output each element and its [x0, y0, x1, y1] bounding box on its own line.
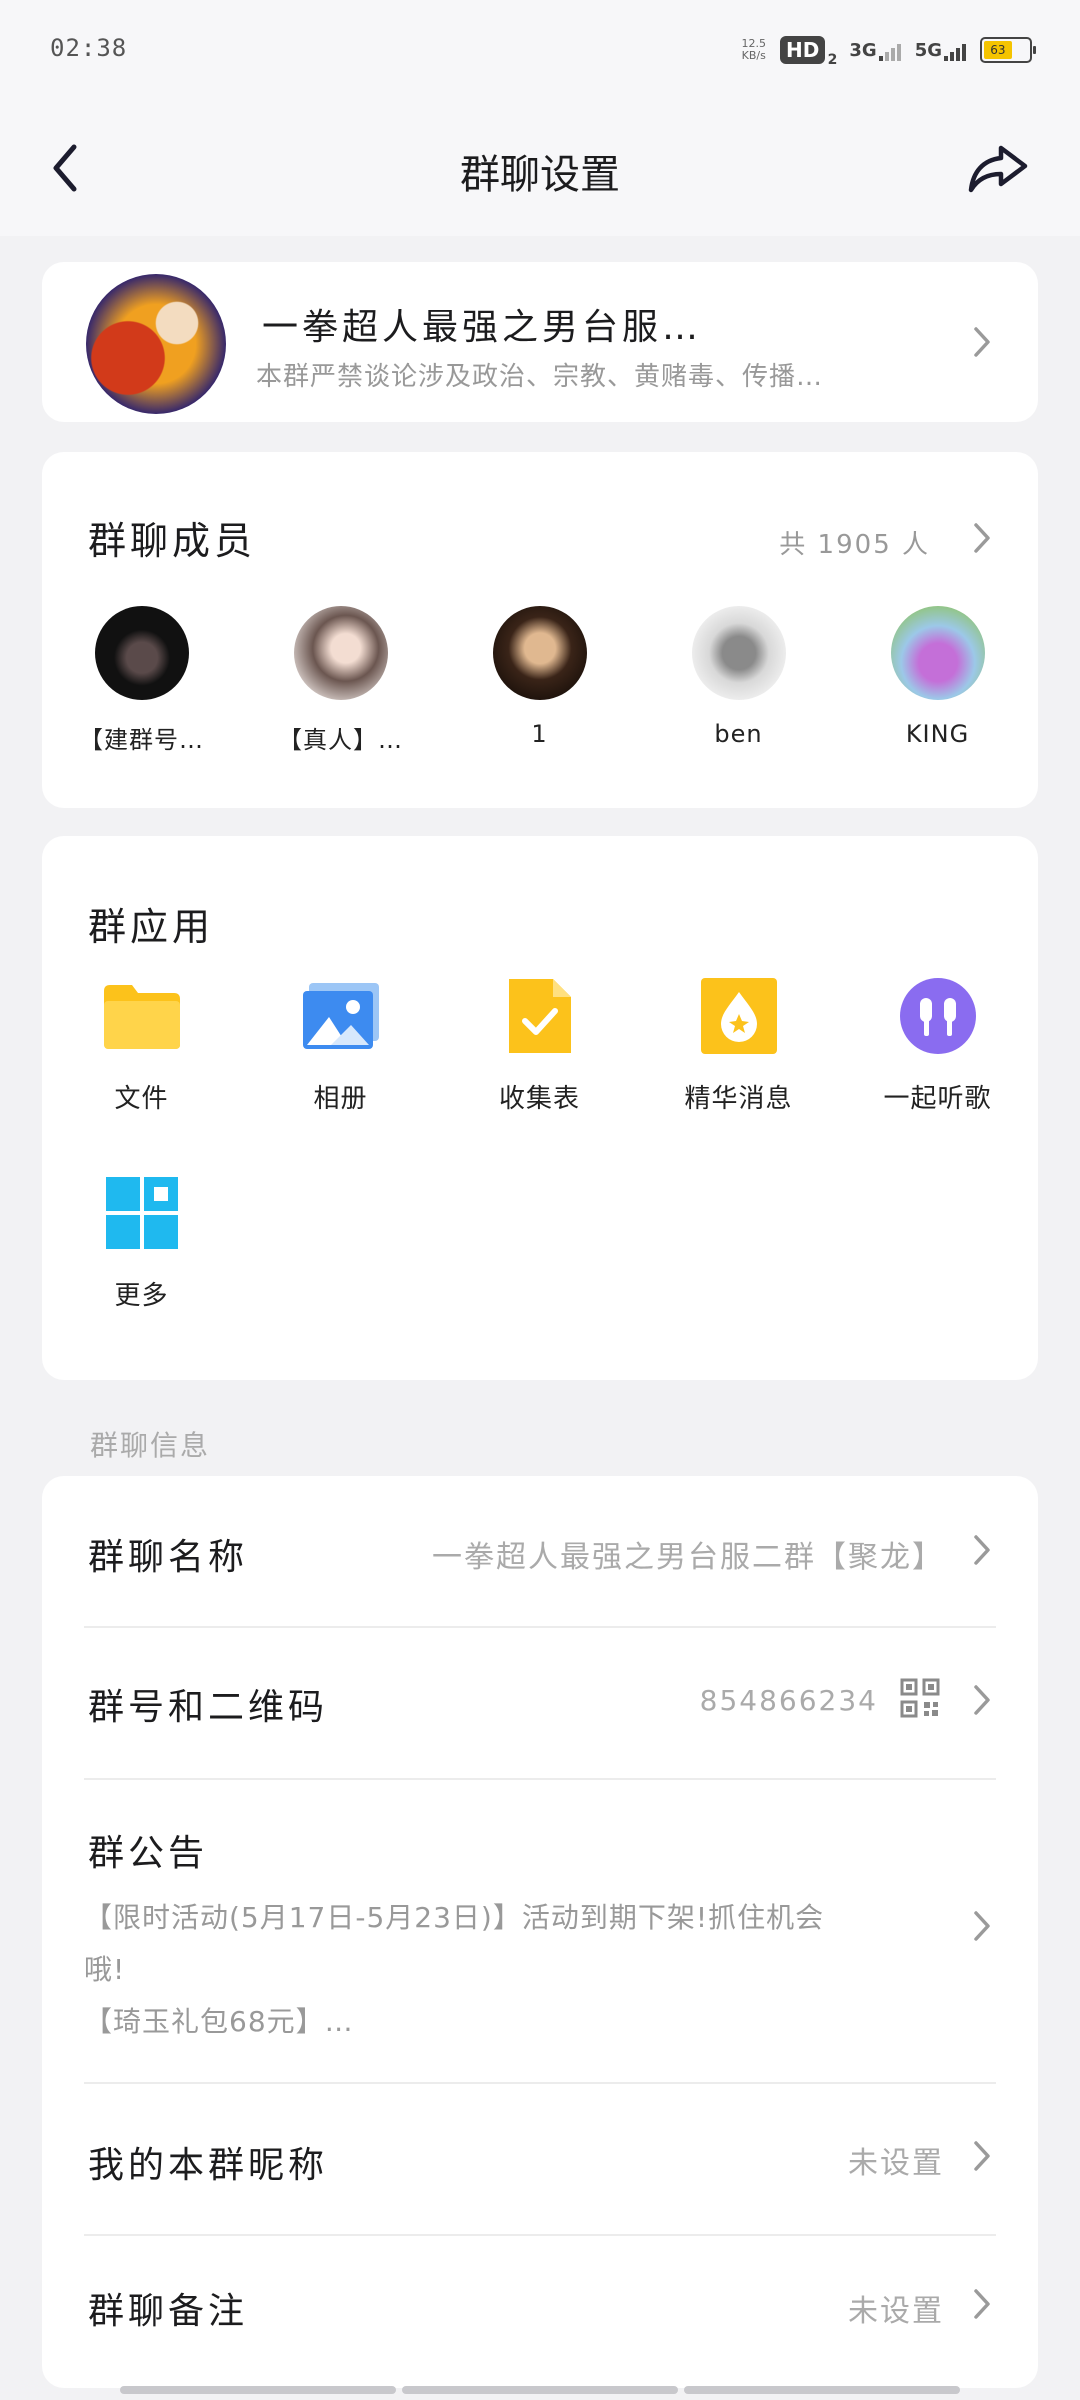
essence-drop-icon: [699, 976, 779, 1056]
share-button[interactable]: [966, 138, 1030, 198]
member-avatar: [293, 606, 388, 700]
chevron-right-icon: [968, 1530, 996, 1570]
group-name-row[interactable]: 群聊名称 一拳超人最强之男台服二群【聚龙】: [84, 1476, 996, 1626]
status-time: 02:38: [50, 34, 128, 62]
group-number-label: 群号和二维码: [88, 1687, 329, 1728]
chevron-right-icon[interactable]: [968, 518, 996, 558]
app-form[interactable]: 收集表: [440, 976, 639, 1115]
group-name-value: 一拳超人最强之男台服二群【聚龙】: [432, 1540, 944, 1575]
my-nickname-value: 未设置: [848, 2146, 944, 2181]
apps-grid: 文件 相册 收集表 精华消息 一起听歌 更多: [42, 976, 1038, 1312]
group-apps-card: 群应用 文件 相册 收集表 精华消息 一起听歌 更多: [42, 836, 1038, 1380]
member-item[interactable]: ben: [639, 606, 838, 755]
home-indicator: [120, 2386, 960, 2394]
group-number-row[interactable]: 群号和二维码 854866234: [84, 1628, 996, 1778]
notice-line: 哦!: [84, 1953, 126, 1986]
app-essence[interactable]: 精华消息: [639, 976, 838, 1115]
earphones-icon: [898, 976, 978, 1056]
status-bar: 02:38 12.5 KB/s HD 2 3G 5G 63: [0, 0, 1080, 100]
group-name: 一拳超人最强之男台服…: [262, 307, 703, 348]
info-section-heading: 群聊信息: [90, 1429, 211, 1462]
folder-icon: [102, 976, 182, 1056]
chevron-right-icon: [968, 1680, 996, 1720]
group-notice-label: 群公告: [88, 1833, 209, 1874]
member-name: 1: [531, 720, 548, 748]
hd-voice-icon: HD 2: [780, 36, 837, 68]
app-label: 一起听歌: [883, 1084, 992, 1114]
signal-5g-icon: 5G: [915, 40, 966, 61]
group-avatar[interactable]: [86, 274, 226, 414]
hd-sub: 2: [827, 52, 838, 68]
notice-line: 【琦玉礼包68元】…: [84, 2005, 354, 2038]
notice-line: 【限时活动(5月17日-5月23日)】活动到期下架!抓住机会: [84, 1901, 825, 1934]
chevron-right-icon: [968, 2136, 996, 2176]
my-nickname-label: 我的本群昵称: [88, 2145, 329, 2186]
member-avatar: [691, 606, 786, 700]
hd-label: HD: [786, 38, 820, 62]
apps-title: 群应用: [88, 905, 215, 949]
member-item[interactable]: 1: [440, 606, 639, 755]
battery-level: 63: [984, 41, 1012, 59]
app-label: 精华消息: [684, 1084, 793, 1114]
photo-album-icon: [301, 976, 381, 1056]
signal-3g-icon: 3G: [849, 39, 901, 61]
qr-code-icon: [900, 1678, 940, 1718]
members-row: 【建群号… 【真人】… 1 ben KING: [42, 606, 1038, 755]
top-nav-bar: 群聊设置: [0, 100, 1080, 236]
member-name: KING: [905, 720, 970, 748]
group-remark-label: 群聊备注: [88, 2291, 249, 2332]
signal-3g-label: 3G: [849, 39, 877, 61]
app-label: 收集表: [498, 1084, 580, 1114]
member-item[interactable]: KING: [838, 606, 1037, 755]
network-speed-unit: KB/s: [741, 49, 766, 62]
battery-icon: 63: [980, 37, 1036, 63]
form-check-icon: [500, 976, 580, 1056]
group-remark-row[interactable]: 群聊备注 未设置: [84, 2236, 996, 2386]
group-members-card: 群聊成员 共 1905 人 【建群号… 【真人】… 1 ben KING: [42, 452, 1038, 808]
group-profile-card[interactable]: 一拳超人最强之男台服… 本群严禁谈论涉及政治、宗教、黄赌毒、传播…: [42, 262, 1038, 422]
group-number-value: 854866234: [699, 1684, 878, 1717]
app-listen-together[interactable]: 一起听歌: [838, 976, 1037, 1115]
member-name: 【真人】…: [278, 726, 403, 754]
app-more[interactable]: 更多: [42, 1173, 241, 1312]
group-info-card: 群聊名称 一拳超人最强之男台服二群【聚龙】 群号和二维码 854866234 群…: [42, 1476, 1038, 2388]
share-arrow-icon: [968, 145, 1028, 193]
grid-more-icon: [102, 1173, 182, 1253]
app-label: 更多: [114, 1281, 169, 1311]
member-item[interactable]: 【真人】…: [241, 606, 440, 755]
member-avatar: [492, 606, 587, 700]
group-description: 本群严禁谈论涉及政治、宗教、黄赌毒、传播…: [256, 362, 824, 392]
member-name: 【建群号…: [79, 726, 204, 754]
app-files[interactable]: 文件: [42, 976, 241, 1115]
app-label: 相册: [313, 1084, 368, 1114]
member-count[interactable]: 共 1905 人: [779, 524, 930, 561]
my-nickname-row[interactable]: 我的本群昵称 未设置: [84, 2084, 996, 2234]
app-label: 文件: [114, 1084, 169, 1114]
member-name: ben: [714, 720, 763, 748]
members-title: 群聊成员: [88, 519, 257, 563]
member-avatar: [890, 606, 985, 700]
signal-5g-label: 5G: [914, 39, 942, 61]
app-album[interactable]: 相册: [241, 976, 440, 1115]
chevron-right-icon: [968, 322, 996, 362]
status-icons: 12.5 KB/s HD 2 3G 5G 63: [742, 30, 1036, 70]
network-speed: 12.5 KB/s: [742, 38, 767, 62]
member-item[interactable]: 【建群号…: [42, 606, 241, 755]
page-title: 群聊设置: [460, 152, 620, 198]
group-notice-content: 【限时活动(5月17日-5月23日)】活动到期下架!抓住机会 哦! 【琦玉礼包6…: [84, 1892, 994, 2048]
chevron-right-icon: [968, 2284, 996, 2324]
group-remark-value: 未设置: [848, 2294, 944, 2329]
member-avatar: [94, 606, 189, 700]
group-name-label: 群聊名称: [88, 1537, 249, 1578]
